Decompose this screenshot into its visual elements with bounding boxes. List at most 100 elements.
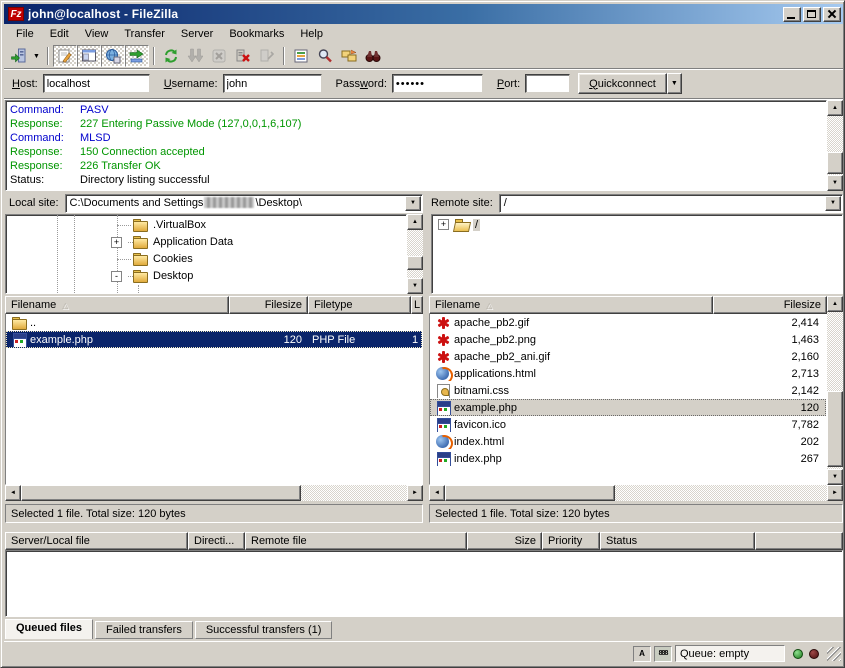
toggle-remote-tree-button[interactable]: [101, 45, 125, 67]
log-scrollbar[interactable]: ▲ ▼: [827, 100, 843, 191]
queue-column-status[interactable]: Status: [600, 532, 755, 550]
quickconnect-button[interactable]: Quickconnect: [578, 73, 667, 94]
remote-site-dropdown[interactable]: ▼: [825, 196, 841, 211]
tree-item-application-data[interactable]: Application Data: [132, 234, 235, 250]
tab-queued-files[interactable]: Queued files: [5, 619, 93, 639]
remote-row[interactable]: apache_pb2_ani.gif 2,160: [430, 348, 826, 365]
scrollbar-thumb[interactable]: [21, 485, 301, 501]
local-row-updir[interactable]: ..: [6, 314, 422, 331]
scroll-down-button[interactable]: ▼: [827, 469, 843, 485]
menu-help[interactable]: Help: [292, 26, 331, 42]
remote-list-scrollbar[interactable]: ▲ ▼: [827, 296, 843, 485]
queue-column-server-local-file[interactable]: Server/Local file: [5, 532, 188, 550]
scroll-left-button[interactable]: ◄: [5, 485, 21, 501]
site-manager-button[interactable]: [6, 45, 30, 67]
site-manager-dropdown[interactable]: ▼: [30, 45, 43, 67]
speed-limit-indicator: 888: [654, 646, 672, 662]
scrollbar-thumb[interactable]: [827, 391, 843, 467]
scroll-up-button[interactable]: ▲: [827, 296, 843, 312]
username-label: Username:: [164, 78, 218, 90]
toggle-transfer-queue-button[interactable]: [125, 45, 149, 67]
scrollbar-thumb[interactable]: [827, 152, 843, 174]
minimize-button[interactable]: [783, 7, 801, 22]
queue-column-blank[interactable]: [755, 532, 843, 550]
toggle-message-log-button[interactable]: [53, 45, 77, 67]
column-header-filename[interactable]: Filename△: [429, 296, 713, 314]
local-row-example-php[interactable]: example.php 120 PHP File 1: [6, 331, 422, 348]
tree-expander[interactable]: +: [438, 219, 449, 230]
tree-item-virtualbox[interactable]: .VirtualBox: [132, 217, 208, 233]
chevron-down-icon: ▼: [671, 80, 678, 87]
disconnect-button[interactable]: [231, 45, 255, 67]
scroll-right-button[interactable]: ►: [407, 485, 423, 501]
remote-site-combo[interactable]: / ▼: [499, 194, 843, 213]
maximize-button[interactable]: [803, 7, 821, 22]
queue-column-remote-file[interactable]: Remote file: [245, 532, 467, 550]
toggle-local-tree-button[interactable]: [77, 45, 101, 67]
username-input[interactable]: [223, 74, 322, 93]
column-header-filetype[interactable]: Filetype: [308, 296, 411, 314]
remote-row[interactable]: index.html 202: [430, 433, 826, 450]
title-bar[interactable]: Fz john@localhost - FileZilla: [4, 4, 843, 24]
remote-row[interactable]: applications.html 2,713: [430, 365, 826, 382]
scroll-right-button[interactable]: ►: [827, 485, 843, 501]
tree-expander[interactable]: -: [111, 271, 122, 282]
local-tree-scrollbar[interactable]: ▲ ▼: [407, 214, 423, 294]
directory-comparison-button[interactable]: [337, 45, 361, 67]
column-header-filesize[interactable]: Filesize: [229, 296, 308, 314]
column-header-filename[interactable]: Filename△: [5, 296, 229, 314]
queue-column-direction[interactable]: Directi...: [188, 532, 245, 550]
scroll-down-button[interactable]: ▼: [827, 175, 843, 191]
remote-row-selected[interactable]: example.php 120: [430, 399, 826, 416]
scroll-up-button[interactable]: ▲: [827, 100, 843, 116]
filter-button[interactable]: [289, 45, 313, 67]
menu-view[interactable]: View: [77, 26, 117, 42]
resize-grip[interactable]: [827, 647, 841, 661]
queue-column-size[interactable]: Size: [467, 532, 542, 550]
password-input[interactable]: [392, 74, 483, 93]
scroll-left-button[interactable]: ◄: [429, 485, 445, 501]
remote-row[interactable]: apache_pb2.png 1,463: [430, 331, 826, 348]
menu-bookmarks[interactable]: Bookmarks: [221, 26, 292, 42]
sort-asc-icon: △: [62, 301, 68, 310]
remote-row[interactable]: bitnami.css 2,142: [430, 382, 826, 399]
menu-transfer[interactable]: Transfer: [116, 26, 173, 42]
queue-tabs: Queued files Failed transfers Successful…: [5, 619, 334, 639]
column-header-last-modified[interactable]: L: [411, 296, 423, 314]
quickconnect-dropdown[interactable]: ▼: [667, 73, 682, 94]
tree-item-desktop[interactable]: Desktop: [132, 268, 195, 284]
ascii-type-icon: A: [639, 649, 645, 658]
queue-column-priority[interactable]: Priority: [542, 532, 600, 550]
process-queue-button[interactable]: [183, 45, 207, 67]
menu-server[interactable]: Server: [173, 26, 221, 42]
scrollbar-thumb[interactable]: [407, 256, 423, 270]
synchronized-browsing-button[interactable]: [361, 45, 385, 67]
remote-row[interactable]: favicon.ico 7,782: [430, 416, 826, 433]
local-site-combo[interactable]: C:\Documents and Settings\Desktop\ ▼: [65, 194, 423, 213]
scroll-up-button[interactable]: ▲: [407, 214, 423, 230]
scroll-down-button[interactable]: ▼: [407, 278, 423, 294]
remote-row[interactable]: apache_pb2.gif 2,414: [430, 314, 826, 331]
tree-item-root[interactable]: /: [454, 217, 480, 233]
port-input[interactable]: [525, 74, 570, 93]
remote-hscrollbar[interactable]: ◄ ►: [429, 485, 843, 501]
reconnect-button[interactable]: [255, 45, 279, 67]
tree-expander[interactable]: +: [111, 237, 122, 248]
refresh-button[interactable]: [159, 45, 183, 67]
file-search-button[interactable]: [313, 45, 337, 67]
tree-item-cookies[interactable]: Cookies: [132, 251, 195, 267]
local-hscrollbar[interactable]: ◄ ►: [5, 485, 423, 501]
close-button[interactable]: [823, 7, 841, 22]
tab-failed-transfers[interactable]: Failed transfers: [95, 621, 193, 639]
column-header-filesize[interactable]: Filesize: [713, 296, 827, 314]
local-site-label: Local site:: [9, 197, 59, 209]
remote-row[interactable]: index.php 267: [430, 450, 826, 467]
cancel-button[interactable]: [207, 45, 231, 67]
menu-edit[interactable]: Edit: [42, 26, 77, 42]
menu-file[interactable]: File: [8, 26, 42, 42]
tab-successful-transfers[interactable]: Successful transfers (1): [195, 621, 333, 639]
log-line: Command:MLSD: [6, 131, 826, 145]
scrollbar-thumb[interactable]: [445, 485, 615, 501]
host-input[interactable]: [43, 74, 150, 93]
local-site-dropdown[interactable]: ▼: [405, 196, 421, 211]
